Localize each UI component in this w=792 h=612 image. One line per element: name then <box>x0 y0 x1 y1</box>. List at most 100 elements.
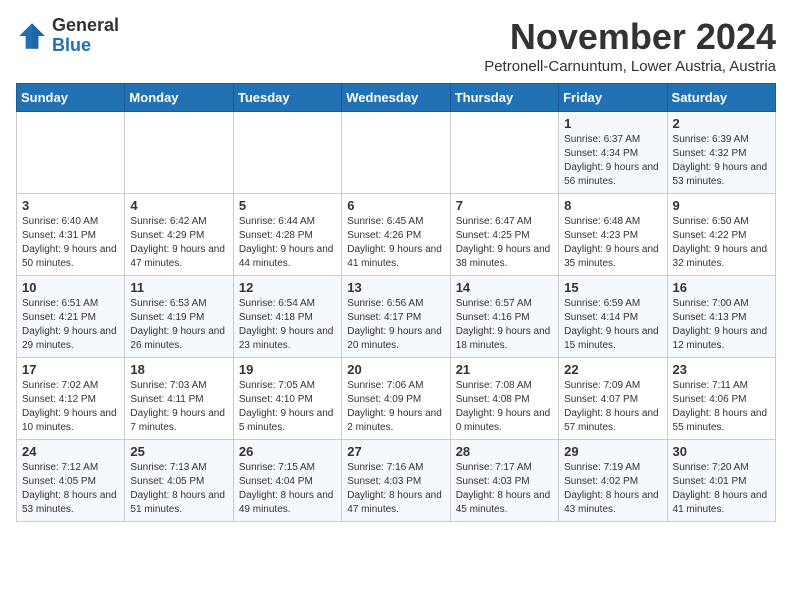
calendar-cell: 5 Sunrise: 6:44 AMSunset: 4:28 PMDaylight… <box>233 194 341 276</box>
day-info: Sunrise: 6:54 AMSunset: 4:18 PMDaylight:… <box>239 297 336 353</box>
day-number: 19 <box>239 362 336 377</box>
day-number: 6 <box>347 198 444 213</box>
day-number: 30 <box>673 444 770 459</box>
calendar-cell: 8 Sunrise: 6:48 AMSunset: 4:23 PMDaylight… <box>559 194 667 276</box>
day-number: 21 <box>456 362 553 377</box>
day-info: Sunrise: 6:44 AMSunset: 4:28 PMDaylight:… <box>239 215 336 271</box>
day-number: 23 <box>673 362 770 377</box>
calendar-cell: 27 Sunrise: 7:16 AMSunset: 4:03 PMDayligh… <box>342 440 450 522</box>
day-info: Sunrise: 6:37 AMSunset: 4:34 PMDaylight:… <box>564 133 661 189</box>
weekday-header-thursday: Thursday <box>450 84 558 112</box>
day-info: Sunrise: 7:13 AMSunset: 4:05 PMDaylight:… <box>130 461 227 517</box>
day-number: 15 <box>564 280 661 295</box>
calendar-cell: 28Sunrise: 7:17 AMSunset: 4:03 PMDayligh… <box>450 440 558 522</box>
weekday-header-row: SundayMondayTuesdayWednesdayThursdayFrid… <box>17 84 776 112</box>
calendar-cell <box>450 112 558 194</box>
calendar-cell: 1 Sunrise: 6:37 AMSunset: 4:34 PMDaylight… <box>559 112 667 194</box>
day-number: 27 <box>347 444 444 459</box>
day-number: 10 <box>22 280 119 295</box>
logo: General Blue <box>16 16 119 56</box>
day-number: 14 <box>456 280 553 295</box>
day-info: Sunrise: 6:51 AMSunset: 4:21 PMDaylight:… <box>22 297 119 353</box>
day-number: 22 <box>564 362 661 377</box>
calendar-cell: 7 Sunrise: 6:47 AMSunset: 4:25 PMDaylight… <box>450 194 558 276</box>
day-info: Sunrise: 7:15 AMSunset: 4:04 PMDaylight:… <box>239 461 336 517</box>
day-info: Sunrise: 7:02 AMSunset: 4:12 PMDaylight:… <box>22 379 119 435</box>
page-header: General Blue November 2024 Petronell-Car… <box>16 16 776 75</box>
calendar-week-1: 3 Sunrise: 6:40 AMSunset: 4:31 PMDaylight… <box>17 194 776 276</box>
calendar-cell: 2Sunrise: 6:39 AMSunset: 4:32 PMDaylight… <box>667 112 775 194</box>
day-info: Sunrise: 6:42 AMSunset: 4:29 PMDaylight:… <box>130 215 227 271</box>
day-info: Sunrise: 7:09 AMSunset: 4:07 PMDaylight:… <box>564 379 661 435</box>
calendar-cell: 14 Sunrise: 6:57 AMSunset: 4:16 PMDayligh… <box>450 276 558 358</box>
day-info: Sunrise: 7:11 AMSunset: 4:06 PMDaylight:… <box>673 379 770 435</box>
calendar-cell: 6 Sunrise: 6:45 AMSunset: 4:26 PMDaylight… <box>342 194 450 276</box>
calendar-cell: 29 Sunrise: 7:19 AMSunset: 4:02 PMDayligh… <box>559 440 667 522</box>
day-number: 7 <box>456 198 553 213</box>
day-info: Sunrise: 6:56 AMSunset: 4:17 PMDaylight:… <box>347 297 444 353</box>
day-number: 18 <box>130 362 227 377</box>
day-info: Sunrise: 6:53 AMSunset: 4:19 PMDaylight:… <box>130 297 227 353</box>
day-info: Sunrise: 6:45 AMSunset: 4:26 PMDaylight:… <box>347 215 444 271</box>
calendar-cell: 10 Sunrise: 6:51 AMSunset: 4:21 PMDayligh… <box>17 276 125 358</box>
day-info: Sunrise: 7:12 AMSunset: 4:05 PMDaylight:… <box>22 461 119 517</box>
day-info: Sunrise: 6:48 AMSunset: 4:23 PMDaylight:… <box>564 215 661 271</box>
calendar-cell <box>233 112 341 194</box>
calendar-week-0: 1 Sunrise: 6:37 AMSunset: 4:34 PMDaylight… <box>17 112 776 194</box>
day-number: 12 <box>239 280 336 295</box>
day-info: Sunrise: 6:40 AMSunset: 4:31 PMDaylight:… <box>22 215 119 271</box>
day-number: 8 <box>564 198 661 213</box>
calendar-cell: 26 Sunrise: 7:15 AMSunset: 4:04 PMDayligh… <box>233 440 341 522</box>
calendar-week-3: 17 Sunrise: 7:02 AMSunset: 4:12 PMDayligh… <box>17 358 776 440</box>
weekday-header-sunday: Sunday <box>17 84 125 112</box>
day-info: Sunrise: 6:59 AMSunset: 4:14 PMDaylight:… <box>564 297 661 353</box>
day-number: 26 <box>239 444 336 459</box>
calendar-cell: 16Sunrise: 7:00 AMSunset: 4:13 PMDayligh… <box>667 276 775 358</box>
month-title: November 2024 <box>484 16 776 58</box>
weekday-header-tuesday: Tuesday <box>233 84 341 112</box>
weekday-header-monday: Monday <box>125 84 233 112</box>
day-number: 24 <box>22 444 119 459</box>
day-number: 3 <box>22 198 119 213</box>
calendar-cell: 4 Sunrise: 6:42 AMSunset: 4:29 PMDaylight… <box>125 194 233 276</box>
day-number: 9 <box>673 198 770 213</box>
calendar-cell: 22 Sunrise: 7:09 AMSunset: 4:07 PMDayligh… <box>559 358 667 440</box>
day-info: Sunrise: 7:20 AMSunset: 4:01 PMDaylight:… <box>673 461 770 517</box>
calendar-cell: 21 Sunrise: 7:08 AMSunset: 4:08 PMDayligh… <box>450 358 558 440</box>
day-number: 28 <box>456 444 553 459</box>
day-number: 11 <box>130 280 227 295</box>
day-info: Sunrise: 7:08 AMSunset: 4:08 PMDaylight:… <box>456 379 553 435</box>
calendar-cell: 12 Sunrise: 6:54 AMSunset: 4:18 PMDayligh… <box>233 276 341 358</box>
day-number: 5 <box>239 198 336 213</box>
calendar-table: SundayMondayTuesdayWednesdayThursdayFrid… <box>16 83 776 522</box>
day-info: Sunrise: 6:50 AMSunset: 4:22 PMDaylight:… <box>673 215 770 271</box>
day-info: Sunrise: 7:16 AMSunset: 4:03 PMDaylight:… <box>347 461 444 517</box>
calendar-cell: 17 Sunrise: 7:02 AMSunset: 4:12 PMDayligh… <box>17 358 125 440</box>
calendar-cell: 9 Sunrise: 6:50 AMSunset: 4:22 PMDaylight… <box>667 194 775 276</box>
calendar-cell: 3 Sunrise: 6:40 AMSunset: 4:31 PMDaylight… <box>17 194 125 276</box>
calendar-cell <box>342 112 450 194</box>
day-number: 25 <box>130 444 227 459</box>
day-info: Sunrise: 6:57 AMSunset: 4:16 PMDaylight:… <box>456 297 553 353</box>
day-info: Sunrise: 6:47 AMSunset: 4:25 PMDaylight:… <box>456 215 553 271</box>
day-number: 17 <box>22 362 119 377</box>
day-number: 20 <box>347 362 444 377</box>
calendar-week-4: 24 Sunrise: 7:12 AMSunset: 4:05 PMDayligh… <box>17 440 776 522</box>
day-number: 29 <box>564 444 661 459</box>
calendar-cell: 30 Sunrise: 7:20 AMSunset: 4:01 PMDayligh… <box>667 440 775 522</box>
day-number: 4 <box>130 198 227 213</box>
calendar-cell: 11 Sunrise: 6:53 AMSunset: 4:19 PMDayligh… <box>125 276 233 358</box>
weekday-header-friday: Friday <box>559 84 667 112</box>
calendar-week-2: 10 Sunrise: 6:51 AMSunset: 4:21 PMDayligh… <box>17 276 776 358</box>
day-number: 1 <box>564 116 661 131</box>
day-number: 2 <box>673 116 770 131</box>
weekday-header-saturday: Saturday <box>667 84 775 112</box>
calendar-cell: 18 Sunrise: 7:03 AMSunset: 4:11 PMDayligh… <box>125 358 233 440</box>
location-subtitle: Petronell-Carnuntum, Lower Austria, Aust… <box>484 58 776 75</box>
calendar-cell: 25 Sunrise: 7:13 AMSunset: 4:05 PMDayligh… <box>125 440 233 522</box>
day-info: Sunrise: 7:03 AMSunset: 4:11 PMDaylight:… <box>130 379 227 435</box>
calendar-cell: 23 Sunrise: 7:11 AMSunset: 4:06 PMDayligh… <box>667 358 775 440</box>
calendar-body: 1 Sunrise: 6:37 AMSunset: 4:34 PMDaylight… <box>17 112 776 522</box>
day-info: Sunrise: 7:19 AMSunset: 4:02 PMDaylight:… <box>564 461 661 517</box>
calendar-cell: 19Sunrise: 7:05 AMSunset: 4:10 PMDayligh… <box>233 358 341 440</box>
